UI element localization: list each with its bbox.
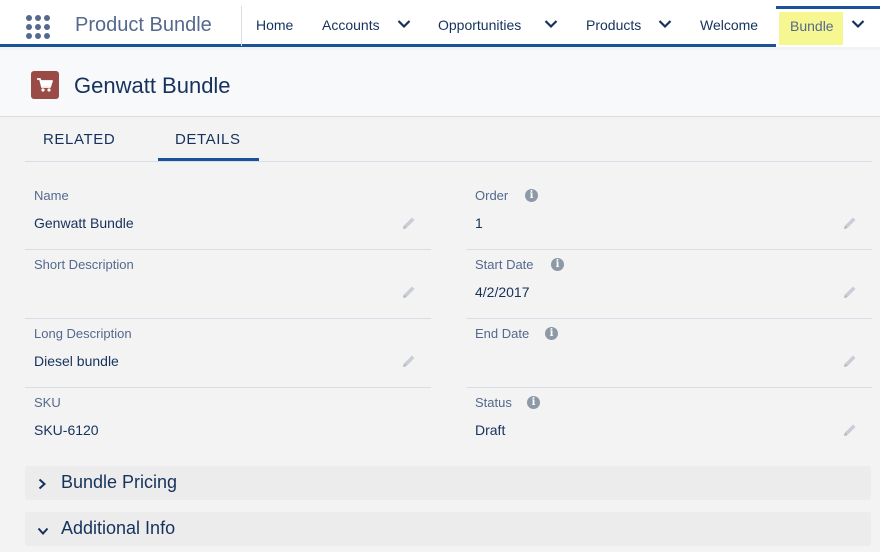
edit-status-pencil-icon[interactable] [842,422,858,438]
edit-short-description-pencil-icon[interactable] [401,284,417,300]
start-date-info-icon[interactable]: i [551,258,564,271]
cart-icon [31,71,59,99]
field-label-long-description: Long Description [34,326,132,341]
edit-end-date-pencil-icon[interactable] [842,353,858,369]
status-info-icon[interactable]: i [527,396,540,409]
field-label-status: Status [475,395,512,410]
field-value-order: 1 [475,215,483,231]
section-bundle-pricing[interactable]: Bundle Pricing [25,466,871,500]
edit-start-date-pencil-icon[interactable] [842,284,858,300]
nav-item-welcome[interactable]: Welcome [700,17,758,33]
nav-item-products[interactable]: Products [586,17,641,33]
section-title-bundle-pricing: Bundle Pricing [61,472,178,492]
app-name: Product Bundle [75,14,212,36]
field-divider [25,249,431,250]
field-divider [466,249,872,250]
chevron-right-icon [37,477,47,495]
bundle-chevron-down-icon[interactable] [851,19,865,29]
nav-item-home[interactable]: Home [256,17,293,33]
nav-divider [241,6,242,46]
field-label-start-date: Start Date [475,257,534,272]
products-chevron-down-icon[interactable] [658,19,672,29]
opportunities-chevron-down-icon[interactable] [544,19,558,29]
order-info-icon[interactable]: i [525,189,538,202]
tab-related[interactable]: RELATED [43,131,115,148]
field-divider [25,318,431,319]
field-value-status: Draft [475,422,506,438]
edit-long-description-pencil-icon[interactable] [401,353,417,369]
tab-details[interactable]: DETAILS [175,131,241,148]
nav-item-opportunities[interactable]: Opportunities [438,17,521,33]
field-divider [25,387,431,388]
field-label-name: Name [34,188,69,203]
field-value-start-date: 4/2/2017 [475,284,530,300]
field-label-order: Order [475,188,509,203]
field-divider [466,318,872,319]
field-value-name: Genwatt Bundle [34,215,134,231]
field-value-sku: SKU-6120 [34,422,99,438]
tab-divider [25,161,872,162]
nav-item-bundle[interactable]: Bundle [790,18,834,34]
edit-name-pencil-icon[interactable] [401,215,417,231]
accounts-chevron-down-icon[interactable] [397,19,411,29]
chevron-down-icon [37,523,49,541]
section-title-additional-info: Additional Info [61,518,176,538]
field-value-long-description: Diesel bundle [34,353,119,369]
field-label-end-date: End Date [475,326,530,341]
edit-order-pencil-icon[interactable] [842,215,858,231]
section-additional-info[interactable]: Additional Info [25,512,871,546]
end-date-info-icon[interactable]: i [545,327,558,340]
nav-item-accounts[interactable]: Accounts [322,17,380,33]
field-label-sku: SKU [34,395,61,410]
app-launcher-icon[interactable] [26,15,50,39]
field-divider [466,387,872,388]
field-label-short-description: Short Description [34,257,134,272]
record-title: Genwatt Bundle [74,73,231,98]
